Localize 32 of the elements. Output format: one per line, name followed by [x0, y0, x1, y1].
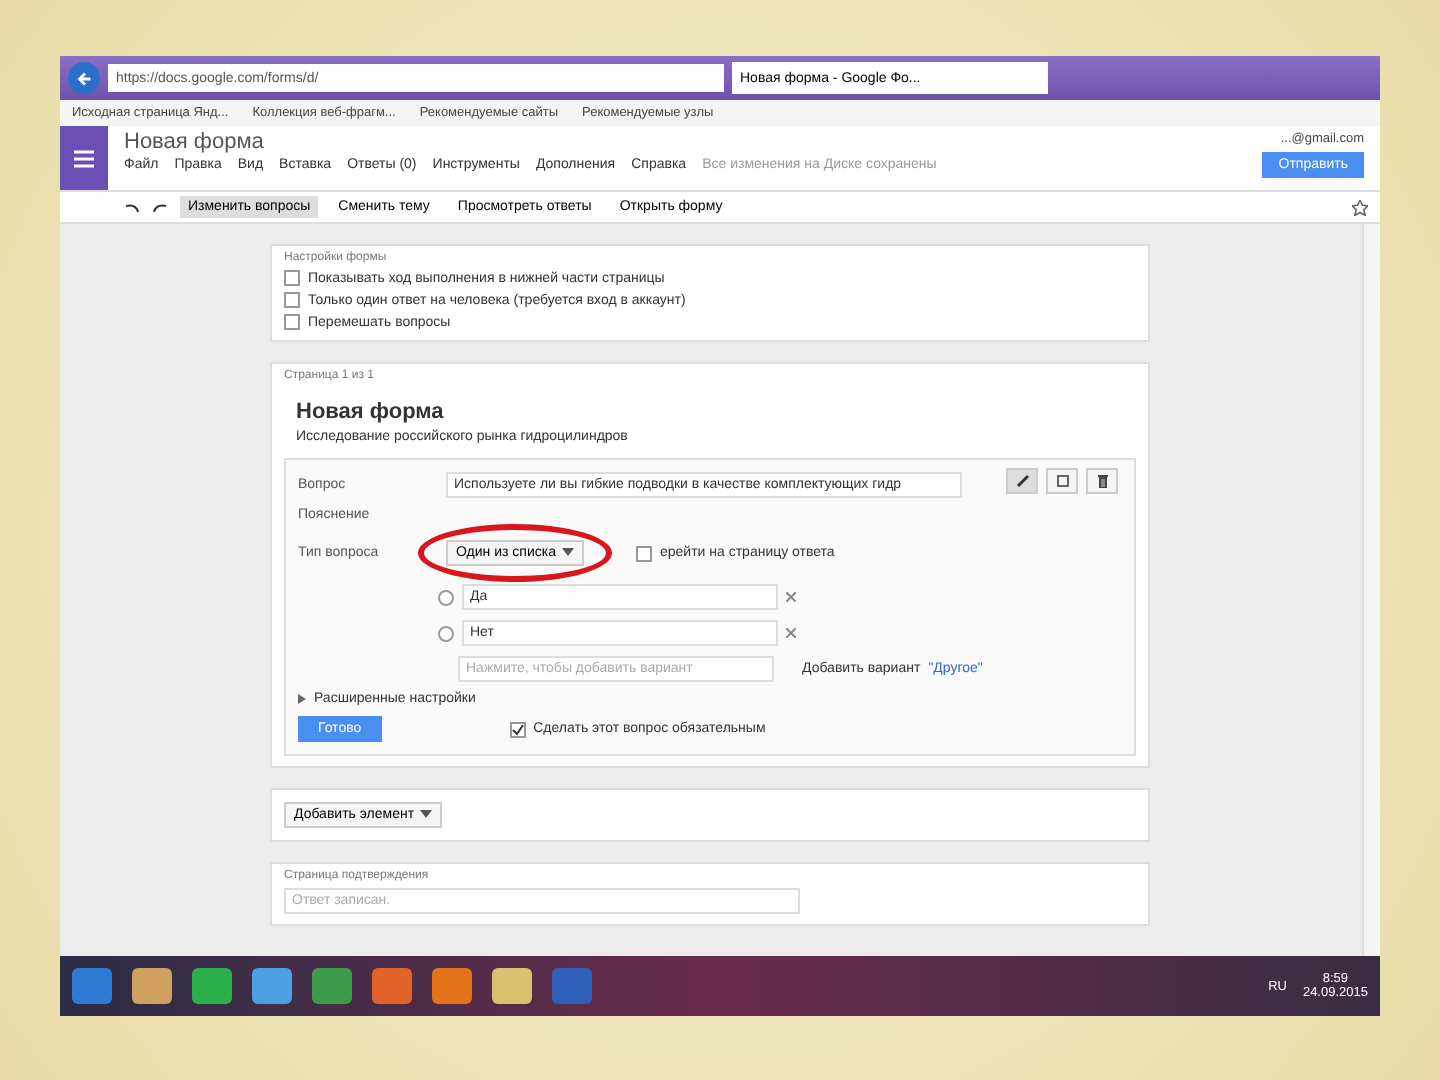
taskbar-app-icon[interactable] [432, 968, 472, 1004]
caret-icon [561, 548, 574, 556]
undo-icon[interactable] [124, 201, 140, 213]
remove-icon[interactable] [786, 592, 796, 602]
checkbox[interactable] [284, 314, 300, 330]
checkbox[interactable] [284, 270, 300, 286]
star-icon[interactable] [1352, 199, 1368, 215]
taskbar-app-icon[interactable] [372, 968, 412, 1004]
checkbox[interactable] [284, 292, 300, 308]
redo-icon[interactable] [152, 201, 168, 213]
checkbox[interactable] [635, 545, 652, 561]
scrollbar[interactable] [1362, 224, 1380, 956]
edit-icon[interactable] [1006, 468, 1038, 494]
expand-arrow-icon [298, 694, 306, 704]
caret-icon [420, 810, 433, 818]
radio-icon [438, 625, 454, 641]
form-title: Новая форма [294, 398, 446, 424]
taskbar-app-icon[interactable] [72, 968, 112, 1004]
back-button[interactable] [68, 62, 100, 94]
trash-icon[interactable] [1086, 468, 1118, 494]
copy-icon[interactable] [1046, 468, 1078, 494]
taskbar-app-icon[interactable] [252, 968, 292, 1004]
taskbar-app-icon[interactable] [132, 968, 172, 1004]
document-title: Новая форма [124, 130, 266, 154]
taskbar-app-icon[interactable] [312, 968, 352, 1004]
checkbox[interactable] [509, 721, 526, 737]
remove-icon[interactable] [786, 628, 796, 638]
taskbar-app-icon[interactable] [492, 968, 532, 1004]
back-arrow-icon [75, 69, 93, 87]
radio-icon [438, 589, 454, 605]
taskbar-app-icon[interactable] [192, 968, 232, 1004]
taskbar-app-icon[interactable] [552, 968, 592, 1004]
